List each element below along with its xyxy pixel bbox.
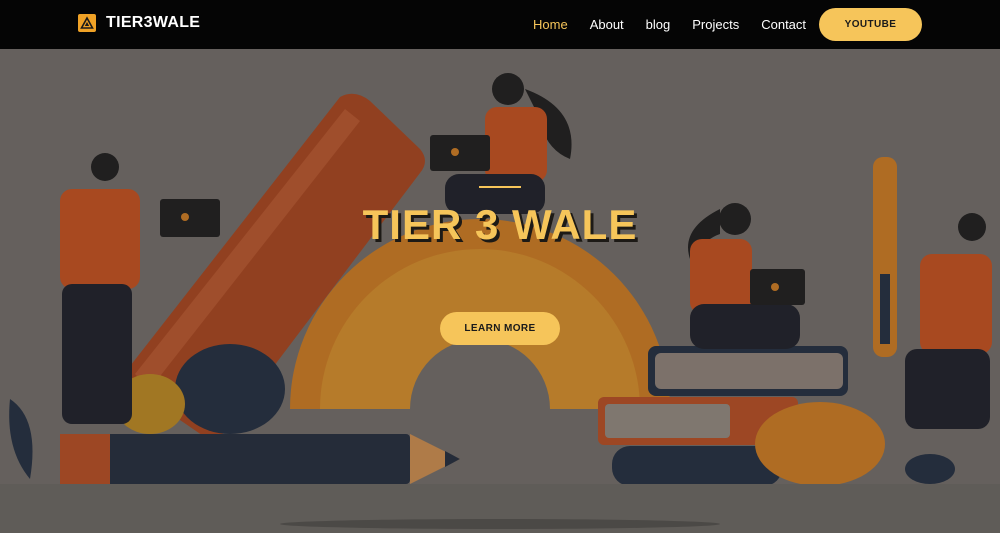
nav-link-home[interactable]: Home [533,17,568,32]
nav-link-contact[interactable]: Contact [761,17,806,32]
hero-title: TIER 3 WALE [362,201,638,248]
nav-link-projects[interactable]: Projects [692,17,739,32]
brand-link[interactable]: TIER3WALE [78,14,200,32]
hero-accent-line [479,186,521,188]
hero-bottom-shadow [280,519,720,529]
hero-section: TIER 3 WALE LEARN MORE [0,49,1000,533]
triangle-logo-icon [78,14,96,32]
youtube-button[interactable]: YOUTUBE [819,8,922,41]
top-navbar: TIER3WALE Home About blog Projects Conta… [0,0,1000,49]
nav-link-blog[interactable]: blog [646,17,671,32]
nav-menu: Home About blog Projects Contact [533,17,828,32]
hero-overlay [0,49,1000,533]
learn-more-button[interactable]: LEARN MORE [440,312,560,345]
nav-link-about[interactable]: About [590,17,624,32]
brand-name: TIER3WALE [106,14,201,31]
